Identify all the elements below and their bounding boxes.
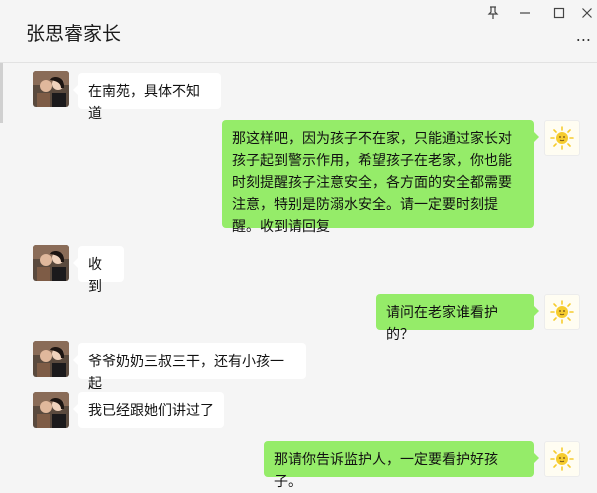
- contact-avatar[interactable]: [33, 392, 69, 428]
- self-avatar[interactable]: [544, 120, 580, 156]
- sun-icon: [550, 126, 574, 150]
- message-text: 那请你告诉监护人，一定要看护好孩子。: [274, 452, 498, 490]
- message-text: 收到: [88, 257, 102, 295]
- message-bubble-outgoing[interactable]: 那这样吧，因为孩子不在家，只能通过家长对孩子起到警示作用，希望孩子在老家，你也能…: [222, 120, 539, 235]
- message-text: 那这样吧，因为孩子不在家，只能通过家长对孩子起到警示作用，希望孩子在老家，你也能…: [232, 131, 512, 235]
- scrollbar[interactable]: [0, 63, 3, 123]
- minimize-icon[interactable]: [514, 4, 536, 22]
- message-text: 在南苑，具体不知道: [88, 84, 200, 122]
- sun-icon: [550, 447, 574, 471]
- close-icon[interactable]: [576, 4, 597, 22]
- message-bubble-incoming[interactable]: 在南苑，具体不知道: [73, 73, 221, 122]
- contact-avatar[interactable]: [33, 245, 69, 281]
- message-bubble-incoming[interactable]: 我已经跟她们讲过了: [73, 392, 224, 428]
- self-avatar[interactable]: [544, 294, 580, 330]
- sun-icon: [550, 300, 574, 324]
- chat-title: 张思睿家长: [26, 23, 122, 45]
- message-bubble-incoming[interactable]: 爷爷奶奶三叔三干，还有小孩一起: [73, 343, 306, 392]
- message-bubble-outgoing[interactable]: 请问在老家谁看护的？: [376, 294, 539, 343]
- contact-avatar[interactable]: [33, 341, 69, 377]
- maximize-icon[interactable]: [548, 4, 570, 22]
- message-bubble-incoming[interactable]: 收到: [73, 246, 124, 295]
- message-bubble-outgoing[interactable]: 那请你告诉监护人，一定要看护好孩子。: [264, 441, 539, 490]
- contact-avatar[interactable]: [33, 71, 69, 107]
- message-text: 我已经跟她们讲过了: [88, 403, 214, 419]
- self-avatar[interactable]: [544, 441, 580, 477]
- chat-header: 张思睿家长 ...: [0, 0, 597, 63]
- message-text: 爷爷奶奶三叔三干，还有小孩一起: [88, 354, 284, 392]
- message-text: 请问在老家谁看护的？: [386, 305, 498, 343]
- pin-icon[interactable]: [482, 4, 504, 22]
- more-options-button[interactable]: ...: [576, 26, 591, 45]
